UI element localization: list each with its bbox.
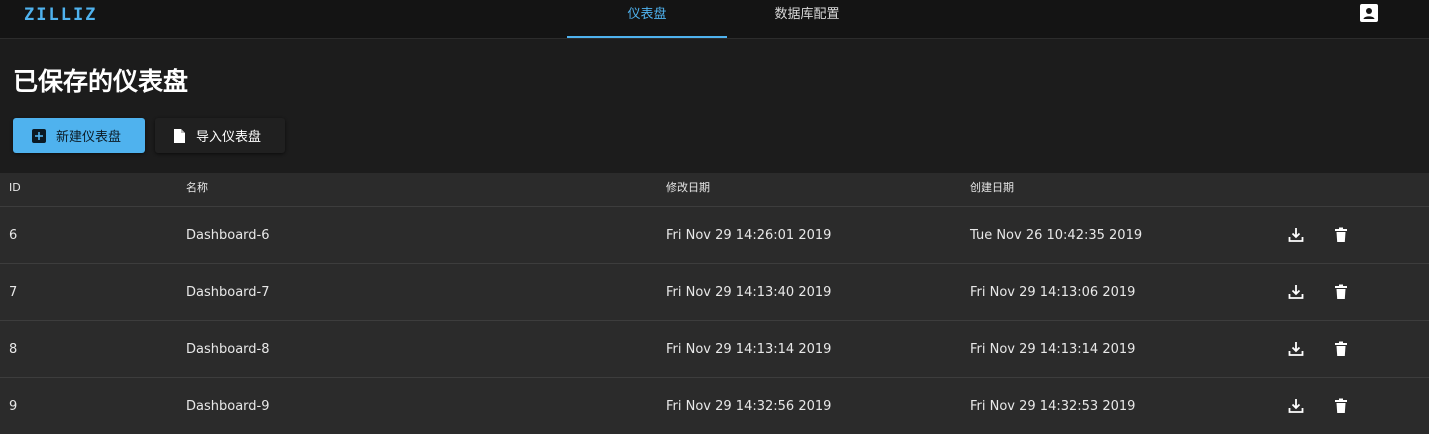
download-icon[interactable]: [1287, 226, 1305, 244]
delete-icon[interactable]: [1332, 283, 1350, 301]
row-created-date: Tue Nov 26 10:42:35 2019: [970, 228, 1143, 243]
row-created-date: Fri Nov 29 14:13:14 2019: [970, 342, 1136, 357]
logo[interactable]: ZILLIZ: [24, 5, 97, 25]
table-header: ID 名称 修改日期 创建日期: [0, 173, 1429, 207]
table-row[interactable]: 7 Dashboard-7 Fri Nov 29 14:13:40 2019 F…: [0, 264, 1429, 321]
delete-icon[interactable]: [1332, 226, 1350, 244]
row-id: 7: [9, 285, 18, 300]
page-title: 已保存的仪表盘: [13, 67, 189, 96]
table-row[interactable]: 9 Dashboard-9 Fri Nov 29 14:32:56 2019 F…: [0, 378, 1429, 434]
page-header: 已保存的仪表盘 新建仪表盘 导入仪表盘: [0, 39, 1429, 173]
import-dashboard-button[interactable]: 导入仪表盘: [155, 118, 285, 153]
download-icon[interactable]: [1287, 397, 1305, 415]
tab-dashboard[interactable]: 仪表盘: [567, 0, 727, 38]
delete-icon[interactable]: [1332, 397, 1350, 415]
add-box-icon: [32, 128, 46, 143]
account-icon[interactable]: [1360, 4, 1378, 22]
row-created-date: Fri Nov 29 14:13:06 2019: [970, 285, 1136, 300]
top-nav-bar: ZILLIZ 仪表盘 数据库配置: [0, 0, 1429, 39]
import-dashboard-label: 导入仪表盘: [196, 130, 262, 145]
table-row[interactable]: 8 Dashboard-8 Fri Nov 29 14:13:14 2019 F…: [0, 321, 1429, 378]
delete-icon[interactable]: [1332, 340, 1350, 358]
row-name[interactable]: Dashboard-7: [186, 264, 270, 321]
row-modified-date: Fri Nov 29 14:32:56 2019: [666, 399, 832, 414]
tab-database-config[interactable]: 数据库配置: [727, 0, 887, 38]
table-row[interactable]: 6 Dashboard-6 Fri Nov 29 14:26:01 2019 T…: [0, 207, 1429, 264]
download-icon[interactable]: [1287, 283, 1305, 301]
new-dashboard-label: 新建仪表盘: [56, 130, 122, 145]
column-header-name[interactable]: 名称: [186, 173, 208, 203]
download-icon[interactable]: [1287, 340, 1305, 358]
row-modified-date: Fri Nov 29 14:26:01 2019: [666, 228, 832, 243]
row-modified-date: Fri Nov 29 14:13:14 2019: [666, 342, 832, 357]
file-icon: [174, 128, 185, 143]
row-modified-date: Fri Nov 29 14:13:40 2019: [666, 285, 832, 300]
column-header-id[interactable]: ID: [9, 173, 21, 203]
row-id: 8: [9, 342, 18, 357]
row-name[interactable]: Dashboard-8: [186, 321, 270, 378]
column-header-created[interactable]: 创建日期: [970, 173, 1014, 203]
dashboards-table: ID 名称 修改日期 创建日期 6 Dashboard-6 Fri Nov 29…: [0, 173, 1429, 434]
new-dashboard-button[interactable]: 新建仪表盘: [13, 118, 145, 153]
row-id: 9: [9, 399, 18, 414]
row-name[interactable]: Dashboard-6: [186, 207, 270, 264]
row-created-date: Fri Nov 29 14:32:53 2019: [970, 399, 1136, 414]
row-id: 6: [9, 228, 18, 243]
column-header-modified[interactable]: 修改日期: [666, 173, 710, 203]
row-name[interactable]: Dashboard-9: [186, 378, 270, 434]
